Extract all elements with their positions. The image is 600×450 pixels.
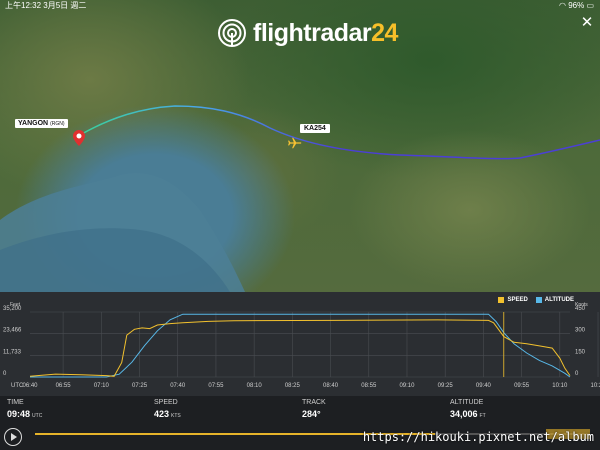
y-right-tick: 300 xyxy=(575,328,586,334)
y-left-tick: 23,466 xyxy=(3,328,22,334)
x-tick-label: 06:40 xyxy=(22,383,38,389)
legend-swatch-speed xyxy=(498,297,505,303)
stat-time-value: 09:48 UTC xyxy=(7,409,43,419)
x-tick-label: 07:10 xyxy=(94,383,110,389)
status-time: 上午12:32 3月5日 週二 xyxy=(5,0,86,12)
plot-area xyxy=(30,312,570,377)
location-pin-icon[interactable] xyxy=(73,130,85,146)
x-tick-label: 08:10 xyxy=(247,383,263,389)
app-logo: flightradar24 xyxy=(217,16,398,50)
status-icons: ◠ 96% ▭ xyxy=(559,0,594,12)
stat-altitude-label: ALTITUDE xyxy=(450,399,484,406)
y-right-unit: Knots xyxy=(575,302,588,308)
x-tick-label: 10:10 xyxy=(552,383,568,389)
y-left-unit: Feet xyxy=(10,302,21,308)
stat-time-label: TIME xyxy=(7,399,24,406)
legend-item-speed: SPEED xyxy=(498,297,528,303)
flight-stats-row: TIME 09:48 UTC SPEED 423 KTS TRACK 284° AL… xyxy=(0,396,600,426)
flight-callsign-label[interactable]: KA254 xyxy=(300,124,330,133)
airport-code: (RGN) xyxy=(50,121,65,127)
battery-text: 96% xyxy=(568,1,585,10)
play-button[interactable] xyxy=(4,428,22,446)
speed-altitude-chart[interactable]: 35,200 45023,466 30011,733 1500 0Feet KnotsUT… xyxy=(0,292,600,396)
chart-legend: SPEED ALTITUDE xyxy=(498,297,574,303)
wifi-icon: ◠ xyxy=(558,1,566,10)
radar-logo-icon xyxy=(218,19,246,47)
stat-speed-value: 423 KTS xyxy=(154,409,181,419)
battery-icon: ▭ xyxy=(586,1,594,10)
x-tick-label: 07:55 xyxy=(208,383,224,389)
x-tick-label: 09:10 xyxy=(399,383,415,389)
date-text: 3月5日 週二 xyxy=(43,1,87,10)
stat-track-value: 284° xyxy=(302,409,321,419)
airport-label[interactable]: YANGON (RGN) xyxy=(15,119,68,128)
x-tick-label: 07:25 xyxy=(132,383,148,389)
stat-altitude-value: 34,006 FT xyxy=(450,409,486,419)
y-left-tick: 0 xyxy=(3,371,7,377)
clock-text: 上午12:32 xyxy=(5,1,42,10)
x-tick-label: 09:55 xyxy=(514,383,530,389)
y-right-tick: 150 xyxy=(575,349,586,355)
x-tick-label: 06:55 xyxy=(56,383,72,389)
stat-speed: SPEED 423 KTS xyxy=(154,399,181,419)
x-tick-label: 08:55 xyxy=(361,383,377,389)
x-tick-label: 08:40 xyxy=(323,383,339,389)
y-right-tick: 0 xyxy=(575,371,579,377)
x-tick-label: 08:25 xyxy=(285,383,301,389)
watermark-text: https://hikouki.pixnet.net/album xyxy=(362,430,594,444)
logo-wordmark: flightradar24 xyxy=(253,18,398,47)
stat-speed-label: SPEED xyxy=(154,399,178,406)
flight-chart-panel: 35,200 450 23,466 300 11,733 150 0 0 Feet Knots UT… xyxy=(0,292,600,396)
legend-item-altitude: ALTITUDE xyxy=(535,297,574,303)
stat-time: TIME 09:48 UTC xyxy=(7,399,42,419)
legend-label-speed: SPEED xyxy=(507,297,528,303)
airplane-icon[interactable] xyxy=(287,136,303,150)
playback-bar: https://hikouki.pixnet.net/album xyxy=(0,426,600,450)
x-tick-label: 09:40 xyxy=(476,383,492,389)
stat-altitude: ALTITUDE 34,006 FT xyxy=(450,399,486,419)
airport-name: YANGON xyxy=(18,120,49,127)
close-icon[interactable]: ✕ xyxy=(580,15,594,30)
x-tick-label: 10:25 xyxy=(591,383,600,389)
y-left-tick: 11,733 xyxy=(3,349,22,355)
legend-swatch-altitude xyxy=(535,297,542,303)
x-tick-label: 07:40 xyxy=(170,383,186,389)
x-tick-label: 09:25 xyxy=(438,383,454,389)
stat-track: TRACK 284° xyxy=(302,399,326,419)
flight-map[interactable]: 上午12:32 3月5日 週二 ◠ 96% ▭ flightradar24 ✕ … xyxy=(0,0,600,292)
legend-label-altitude: ALTITUDE xyxy=(544,297,574,303)
stat-track-label: TRACK xyxy=(302,399,326,406)
status-bar: 上午12:32 3月5日 週二 ◠ 96% ▭ xyxy=(0,0,600,12)
